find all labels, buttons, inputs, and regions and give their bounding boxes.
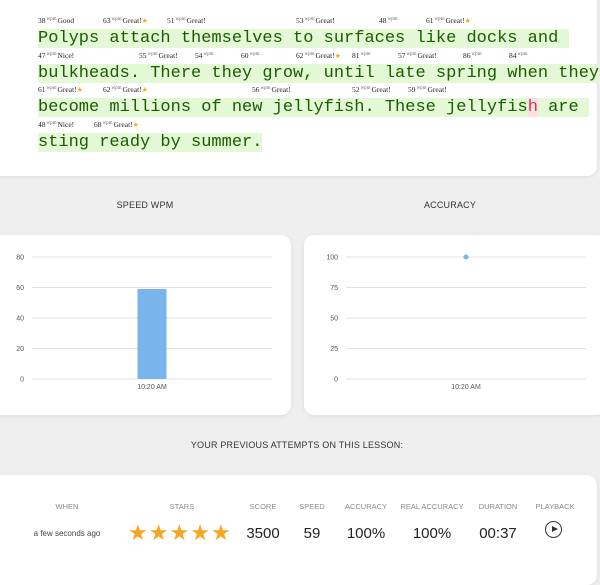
- star-icon: ★: [128, 520, 148, 545]
- word-speed-annotation: 60wpm: [241, 51, 260, 60]
- data-point: [463, 254, 469, 260]
- column-header-duration: DURATION: [478, 502, 518, 511]
- attempt-stars: ★ ★ ★ ★ ★: [128, 520, 231, 546]
- star-icon: ★: [76, 86, 83, 94]
- star-icon: ★: [141, 86, 148, 94]
- star-icon: ★: [141, 17, 148, 25]
- lesson-line: sting ready by summer.: [38, 132, 263, 153]
- word-speed-annotation: 52wpmGreat!: [352, 85, 391, 94]
- typed-text: sting ready by summer.: [38, 133, 263, 152]
- attempt-duration: 00:37: [479, 525, 517, 542]
- word-speed-annotation: 54wpm: [195, 51, 214, 60]
- play-icon[interactable]: [545, 521, 562, 538]
- lesson-line: become millions of new jellyfish. These …: [38, 97, 589, 118]
- word-speed-annotation: 57wpmGreat!: [398, 51, 437, 60]
- column-header-playback: PLAYBACK: [535, 502, 575, 511]
- y-tick-label: 40: [16, 316, 24, 323]
- column-header-real-accuracy: REAL ACCURACY: [400, 502, 464, 511]
- speed-chart-svg: 0 20 40 60 80 10:20 AM: [16, 255, 272, 391]
- word-speed-annotation: 61wpmGreat!★: [426, 16, 471, 25]
- accuracy-chart-title: ACCURACY: [423, 200, 477, 210]
- y-tick-label: 20: [16, 346, 24, 353]
- typed-text: bulkheads. There they grow, until late s…: [38, 64, 600, 83]
- word-speed-annotation: 38wpmGood: [38, 16, 75, 25]
- attempt-speed: 59: [303, 525, 321, 542]
- star-icon: ★: [132, 121, 139, 129]
- word-speed-annotation: 63wpmGreat!★: [103, 16, 148, 25]
- star-icon: ★: [464, 17, 471, 25]
- word-speed-annotation: 51wpmGreat!: [167, 16, 206, 25]
- attempt-accuracy: 100%: [346, 525, 386, 542]
- y-tick-label: 0: [20, 377, 24, 384]
- attempt-when: a few seconds ago: [33, 529, 101, 538]
- y-tick-label: 100: [326, 255, 338, 262]
- y-tick-label: 75: [330, 285, 338, 292]
- bar: [137, 289, 167, 379]
- typed-text: are: [537, 98, 589, 117]
- word-speed-annotation: 56wpmGreat!: [252, 85, 291, 94]
- x-tick-label: 10:20 AM: [137, 384, 167, 391]
- error-character: h: [527, 98, 538, 117]
- word-speed-annotation: 47wpmNice!: [38, 51, 75, 60]
- word-speed-annotation: 62wpmGreat!★: [103, 85, 148, 94]
- word-speed-annotation: 81wpm: [352, 51, 371, 60]
- word-speed-annotation: 55wpmGreat!: [139, 51, 178, 60]
- star-icon: ★: [190, 520, 210, 545]
- word-speed-annotation: 61wpmGreat!★: [38, 85, 83, 94]
- word-speed-annotation: 53wpmGreat!: [296, 16, 335, 25]
- accuracy-chart: 0 25 50 75 100 10:20 AM: [304, 235, 600, 415]
- lesson-line: bulkheads. There they grow, until late s…: [38, 63, 600, 84]
- column-header-stars: STARS: [169, 502, 195, 511]
- word-speed-annotation: 86wpm: [463, 51, 482, 60]
- speed-chart: 0 20 40 60 80 10:20 AM: [0, 235, 291, 415]
- y-tick-label: 50: [330, 316, 338, 323]
- column-header-accuracy: ACCURACY: [344, 502, 388, 511]
- accuracy-chart-svg: 0 25 50 75 100 10:20 AM: [326, 254, 586, 391]
- y-tick-label: 0: [334, 377, 338, 384]
- column-header-when: WHEN: [55, 502, 79, 511]
- y-tick-label: 60: [16, 285, 24, 292]
- y-tick-label: 80: [16, 255, 24, 262]
- word-speed-annotation: 62wpmGreat!★: [296, 51, 341, 60]
- lesson-line: Polyps attach themselves to surfaces lik…: [38, 28, 569, 49]
- star-icon: ★: [169, 520, 190, 545]
- speed-chart-title: SPEED WPM: [116, 200, 174, 210]
- word-speed-annotation: 48wpm: [379, 16, 398, 25]
- word-speed-annotation: 84wpm: [509, 51, 528, 60]
- star-icon: ★: [334, 52, 341, 60]
- star-icon: ★: [210, 520, 231, 545]
- word-speed-annotation: 68wpmGreat!★: [94, 120, 139, 129]
- star-icon: ★: [148, 520, 169, 545]
- word-speed-annotation: 59wpmGreat!: [408, 85, 447, 94]
- x-tick-label: 10:20 AM: [451, 384, 481, 391]
- typed-text: Polyps attach themselves to surfaces lik…: [38, 29, 569, 48]
- y-tick-label: 25: [330, 346, 338, 353]
- attempts-heading: YOUR PREVIOUS ATTEMPTS ON THIS LESSON:: [190, 440, 404, 450]
- column-header-speed: SPEED: [299, 502, 325, 511]
- typed-text: become millions of new jellyfish. These …: [38, 98, 528, 117]
- word-speed-annotation: 48wpmNice!: [38, 120, 75, 129]
- attempt-real-accuracy: 100%: [412, 525, 452, 542]
